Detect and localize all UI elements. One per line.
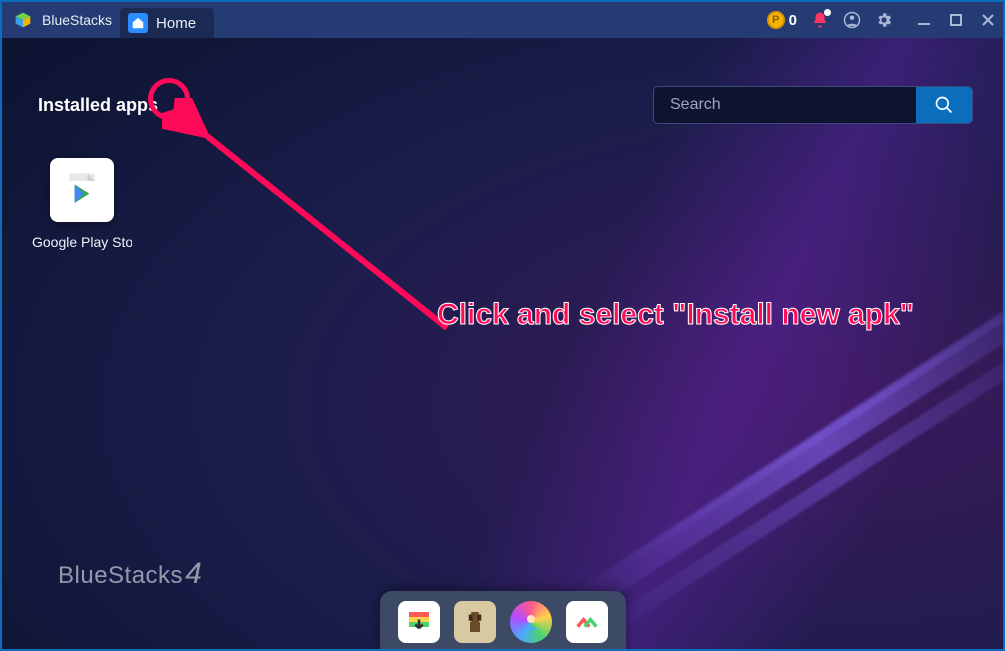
play-store-icon bbox=[50, 158, 114, 222]
bluestacks-logo-icon bbox=[12, 9, 34, 31]
search-box bbox=[653, 86, 973, 124]
coin-counter[interactable]: P 0 bbox=[767, 11, 797, 29]
dock-app-1[interactable] bbox=[398, 601, 440, 643]
main-area: Installed apps Click and select "Install… bbox=[2, 38, 1003, 649]
app-google-play-store[interactable]: Google Play Store bbox=[32, 158, 132, 250]
dock-app-2[interactable] bbox=[454, 601, 496, 643]
watermark-version: 4 bbox=[185, 557, 202, 591]
search-input[interactable] bbox=[654, 87, 916, 123]
section-title: Installed apps bbox=[38, 95, 158, 116]
tab-label: Home bbox=[156, 15, 196, 32]
dock-app-4[interactable] bbox=[566, 601, 608, 643]
decorative-streak bbox=[563, 272, 1003, 621]
home-icon bbox=[128, 13, 148, 33]
chevrons-icon bbox=[573, 608, 601, 636]
watermark: BlueStacks 4 bbox=[58, 557, 202, 591]
installed-apps-menu-button[interactable] bbox=[170, 92, 196, 118]
search-icon bbox=[934, 95, 954, 115]
titlebar: BlueStacks Home P 0 bbox=[2, 2, 1003, 38]
minimize-button[interactable] bbox=[915, 11, 933, 29]
annotation-text: Click and select "Install new apk" bbox=[437, 298, 914, 332]
kebab-icon bbox=[182, 98, 185, 113]
notifications-button[interactable] bbox=[811, 11, 829, 29]
download-icon bbox=[404, 607, 434, 637]
app-label: Google Play Store bbox=[32, 234, 132, 250]
search-button[interactable] bbox=[916, 87, 972, 123]
maximize-icon bbox=[948, 12, 964, 28]
decorative-streak bbox=[608, 240, 1003, 575]
dog-icon bbox=[460, 607, 490, 637]
close-icon bbox=[980, 12, 996, 28]
maximize-button[interactable] bbox=[947, 11, 965, 29]
annotation-arrow bbox=[162, 98, 482, 358]
dock-app-3[interactable] bbox=[510, 601, 552, 643]
gear-icon[interactable] bbox=[875, 11, 893, 29]
tab-home[interactable]: Home bbox=[120, 8, 214, 38]
decorative-streak bbox=[586, 306, 1003, 646]
close-button[interactable] bbox=[979, 11, 997, 29]
dock bbox=[380, 591, 626, 649]
coin-icon: P bbox=[767, 11, 785, 29]
watermark-brand: BlueStacks bbox=[58, 562, 183, 590]
app-name: BlueStacks bbox=[42, 12, 112, 28]
coin-count: 0 bbox=[789, 12, 797, 29]
minimize-icon bbox=[916, 12, 932, 28]
notification-dot-icon bbox=[824, 9, 831, 16]
avatar-icon bbox=[519, 610, 543, 634]
account-icon[interactable] bbox=[843, 11, 861, 29]
